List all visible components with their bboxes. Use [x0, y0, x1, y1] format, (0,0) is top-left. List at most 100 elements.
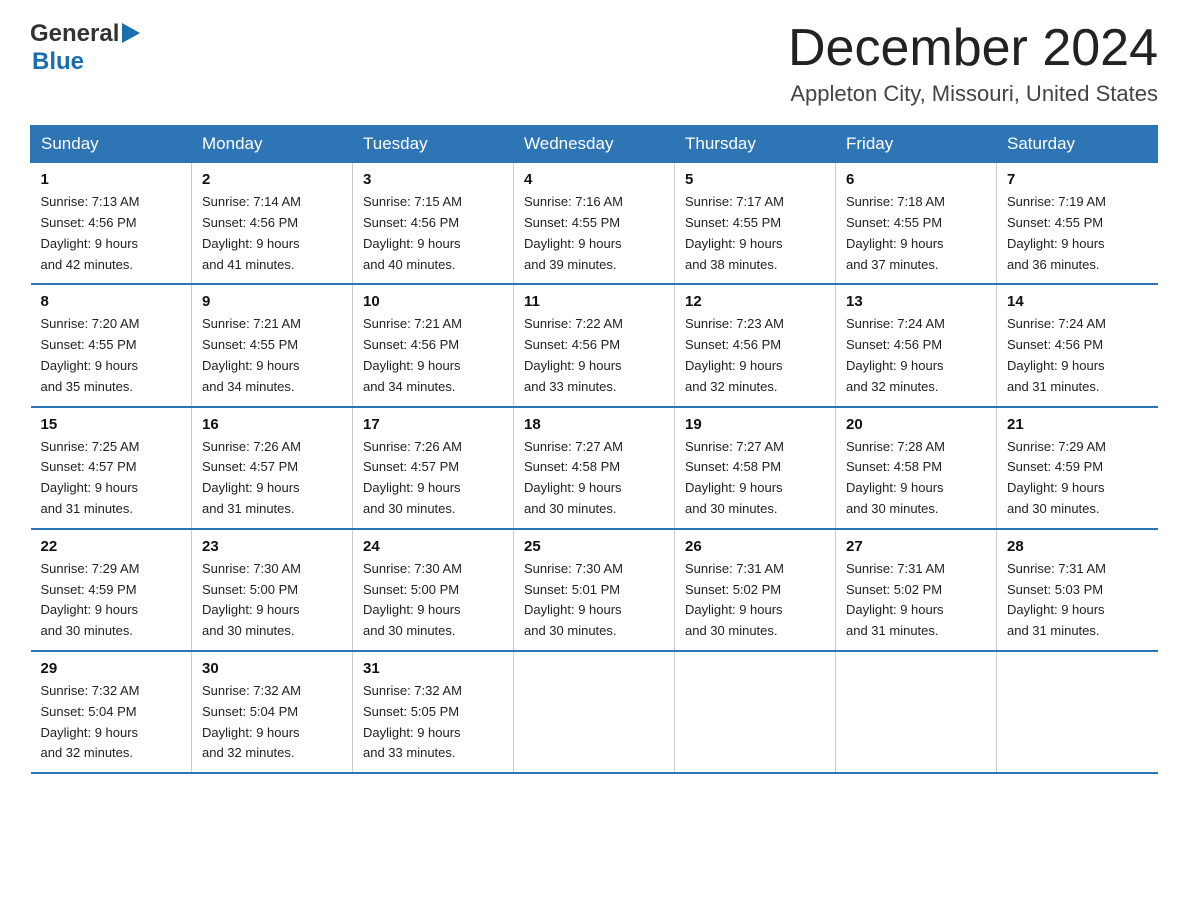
table-row: 31 Sunrise: 7:32 AM Sunset: 5:05 PM Dayl…	[353, 651, 514, 773]
day-number: 15	[41, 416, 182, 433]
table-row: 17 Sunrise: 7:26 AM Sunset: 4:57 PM Dayl…	[353, 407, 514, 529]
day-number: 16	[202, 416, 342, 433]
logo-arrow-icon	[122, 23, 140, 43]
calendar-week-row: 8 Sunrise: 7:20 AM Sunset: 4:55 PM Dayli…	[31, 284, 1158, 406]
table-row: 16 Sunrise: 7:26 AM Sunset: 4:57 PM Dayl…	[192, 407, 353, 529]
table-row: 5 Sunrise: 7:17 AM Sunset: 4:55 PM Dayli…	[675, 163, 836, 285]
day-number: 30	[202, 660, 342, 677]
day-number: 12	[685, 293, 825, 310]
day-info: Sunrise: 7:32 AM Sunset: 5:04 PM Dayligh…	[202, 681, 342, 764]
day-info: Sunrise: 7:21 AM Sunset: 4:55 PM Dayligh…	[202, 314, 342, 397]
calendar-week-row: 15 Sunrise: 7:25 AM Sunset: 4:57 PM Dayl…	[31, 407, 1158, 529]
table-row: 14 Sunrise: 7:24 AM Sunset: 4:56 PM Dayl…	[997, 284, 1158, 406]
header-sunday: Sunday	[31, 126, 192, 163]
day-number: 2	[202, 171, 342, 188]
day-number: 11	[524, 293, 664, 310]
table-row: 13 Sunrise: 7:24 AM Sunset: 4:56 PM Dayl…	[836, 284, 997, 406]
day-number: 6	[846, 171, 986, 188]
table-row: 28 Sunrise: 7:31 AM Sunset: 5:03 PM Dayl…	[997, 529, 1158, 651]
table-row: 27 Sunrise: 7:31 AM Sunset: 5:02 PM Dayl…	[836, 529, 997, 651]
table-row: 11 Sunrise: 7:22 AM Sunset: 4:56 PM Dayl…	[514, 284, 675, 406]
table-row: 6 Sunrise: 7:18 AM Sunset: 4:55 PM Dayli…	[836, 163, 997, 285]
day-info: Sunrise: 7:31 AM Sunset: 5:02 PM Dayligh…	[846, 559, 986, 642]
day-info: Sunrise: 7:26 AM Sunset: 4:57 PM Dayligh…	[202, 437, 342, 520]
day-info: Sunrise: 7:19 AM Sunset: 4:55 PM Dayligh…	[1007, 192, 1148, 275]
day-info: Sunrise: 7:31 AM Sunset: 5:02 PM Dayligh…	[685, 559, 825, 642]
table-row: 7 Sunrise: 7:19 AM Sunset: 4:55 PM Dayli…	[997, 163, 1158, 285]
day-info: Sunrise: 7:15 AM Sunset: 4:56 PM Dayligh…	[363, 192, 503, 275]
table-row: 21 Sunrise: 7:29 AM Sunset: 4:59 PM Dayl…	[997, 407, 1158, 529]
day-number: 4	[524, 171, 664, 188]
day-info: Sunrise: 7:32 AM Sunset: 5:04 PM Dayligh…	[41, 681, 182, 764]
day-number: 21	[1007, 416, 1148, 433]
title-block: December 2024 Appleton City, Missouri, U…	[788, 20, 1158, 107]
day-number: 26	[685, 538, 825, 555]
day-number: 19	[685, 416, 825, 433]
table-row: 26 Sunrise: 7:31 AM Sunset: 5:02 PM Dayl…	[675, 529, 836, 651]
table-row	[675, 651, 836, 773]
table-row: 30 Sunrise: 7:32 AM Sunset: 5:04 PM Dayl…	[192, 651, 353, 773]
day-number: 20	[846, 416, 986, 433]
day-info: Sunrise: 7:14 AM Sunset: 4:56 PM Dayligh…	[202, 192, 342, 275]
table-row: 12 Sunrise: 7:23 AM Sunset: 4:56 PM Dayl…	[675, 284, 836, 406]
day-info: Sunrise: 7:27 AM Sunset: 4:58 PM Dayligh…	[524, 437, 664, 520]
table-row: 19 Sunrise: 7:27 AM Sunset: 4:58 PM Dayl…	[675, 407, 836, 529]
day-info: Sunrise: 7:21 AM Sunset: 4:56 PM Dayligh…	[363, 314, 503, 397]
table-row: 23 Sunrise: 7:30 AM Sunset: 5:00 PM Dayl…	[192, 529, 353, 651]
table-row	[997, 651, 1158, 773]
table-row: 22 Sunrise: 7:29 AM Sunset: 4:59 PM Dayl…	[31, 529, 192, 651]
table-row: 1 Sunrise: 7:13 AM Sunset: 4:56 PM Dayli…	[31, 163, 192, 285]
day-number: 1	[41, 171, 182, 188]
day-number: 22	[41, 538, 182, 555]
day-info: Sunrise: 7:24 AM Sunset: 4:56 PM Dayligh…	[846, 314, 986, 397]
logo: General Blue	[30, 20, 140, 76]
location-title: Appleton City, Missouri, United States	[788, 81, 1158, 107]
day-number: 5	[685, 171, 825, 188]
day-number: 23	[202, 538, 342, 555]
header-friday: Friday	[836, 126, 997, 163]
day-info: Sunrise: 7:25 AM Sunset: 4:57 PM Dayligh…	[41, 437, 182, 520]
table-row: 20 Sunrise: 7:28 AM Sunset: 4:58 PM Dayl…	[836, 407, 997, 529]
day-info: Sunrise: 7:24 AM Sunset: 4:56 PM Dayligh…	[1007, 314, 1148, 397]
day-number: 18	[524, 416, 664, 433]
table-row: 25 Sunrise: 7:30 AM Sunset: 5:01 PM Dayl…	[514, 529, 675, 651]
day-info: Sunrise: 7:17 AM Sunset: 4:55 PM Dayligh…	[685, 192, 825, 275]
table-row: 8 Sunrise: 7:20 AM Sunset: 4:55 PM Dayli…	[31, 284, 192, 406]
header-monday: Monday	[192, 126, 353, 163]
day-info: Sunrise: 7:26 AM Sunset: 4:57 PM Dayligh…	[363, 437, 503, 520]
calendar-week-row: 1 Sunrise: 7:13 AM Sunset: 4:56 PM Dayli…	[31, 163, 1158, 285]
day-number: 31	[363, 660, 503, 677]
weekday-header-row: Sunday Monday Tuesday Wednesday Thursday…	[31, 126, 1158, 163]
calendar-table: Sunday Monday Tuesday Wednesday Thursday…	[30, 125, 1158, 774]
table-row: 3 Sunrise: 7:15 AM Sunset: 4:56 PM Dayli…	[353, 163, 514, 285]
month-title: December 2024	[788, 20, 1158, 77]
header-tuesday: Tuesday	[353, 126, 514, 163]
day-number: 10	[363, 293, 503, 310]
day-number: 27	[846, 538, 986, 555]
day-info: Sunrise: 7:29 AM Sunset: 4:59 PM Dayligh…	[41, 559, 182, 642]
table-row: 10 Sunrise: 7:21 AM Sunset: 4:56 PM Dayl…	[353, 284, 514, 406]
logo-blue-text: Blue	[32, 48, 84, 75]
day-number: 25	[524, 538, 664, 555]
table-row: 15 Sunrise: 7:25 AM Sunset: 4:57 PM Dayl…	[31, 407, 192, 529]
day-number: 29	[41, 660, 182, 677]
day-number: 13	[846, 293, 986, 310]
calendar-week-row: 22 Sunrise: 7:29 AM Sunset: 4:59 PM Dayl…	[31, 529, 1158, 651]
page-header: General Blue December 2024 Appleton City…	[30, 20, 1158, 107]
table-row: 18 Sunrise: 7:27 AM Sunset: 4:58 PM Dayl…	[514, 407, 675, 529]
table-row: 9 Sunrise: 7:21 AM Sunset: 4:55 PM Dayli…	[192, 284, 353, 406]
day-number: 7	[1007, 171, 1148, 188]
day-info: Sunrise: 7:18 AM Sunset: 4:55 PM Dayligh…	[846, 192, 986, 275]
day-info: Sunrise: 7:20 AM Sunset: 4:55 PM Dayligh…	[41, 314, 182, 397]
day-info: Sunrise: 7:16 AM Sunset: 4:55 PM Dayligh…	[524, 192, 664, 275]
day-info: Sunrise: 7:29 AM Sunset: 4:59 PM Dayligh…	[1007, 437, 1148, 520]
logo-general-text: General	[30, 20, 119, 48]
day-number: 8	[41, 293, 182, 310]
header-wednesday: Wednesday	[514, 126, 675, 163]
day-info: Sunrise: 7:28 AM Sunset: 4:58 PM Dayligh…	[846, 437, 986, 520]
header-saturday: Saturday	[997, 126, 1158, 163]
day-info: Sunrise: 7:31 AM Sunset: 5:03 PM Dayligh…	[1007, 559, 1148, 642]
day-info: Sunrise: 7:13 AM Sunset: 4:56 PM Dayligh…	[41, 192, 182, 275]
table-row	[836, 651, 997, 773]
calendar-week-row: 29 Sunrise: 7:32 AM Sunset: 5:04 PM Dayl…	[31, 651, 1158, 773]
